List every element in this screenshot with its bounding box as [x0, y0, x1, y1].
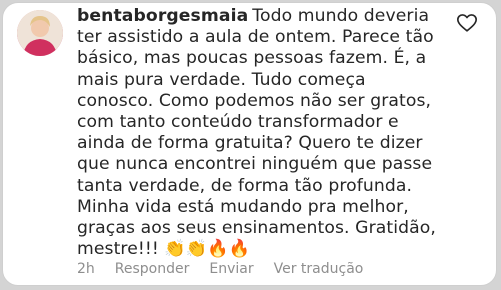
heart-icon[interactable]: [456, 12, 478, 34]
see-translation-button[interactable]: Ver tradução: [274, 261, 364, 277]
comment-username[interactable]: bentaborgesmaia: [77, 6, 248, 26]
comment-actions: 2h Responder Enviar Ver tradução: [77, 261, 363, 277]
reply-button[interactable]: Responder: [115, 261, 190, 277]
avatar[interactable]: [17, 10, 63, 56]
comment-body: Todo mundo deveria ter assistido a aula …: [77, 6, 436, 260]
comment-timestamp: 2h: [77, 261, 95, 277]
comment-text-block: bentaborgesmaia Todo mundo deveria ter as…: [77, 6, 443, 260]
send-button[interactable]: Enviar: [209, 261, 253, 277]
comment-card: bentaborgesmaia Todo mundo deveria ter as…: [2, 2, 497, 286]
